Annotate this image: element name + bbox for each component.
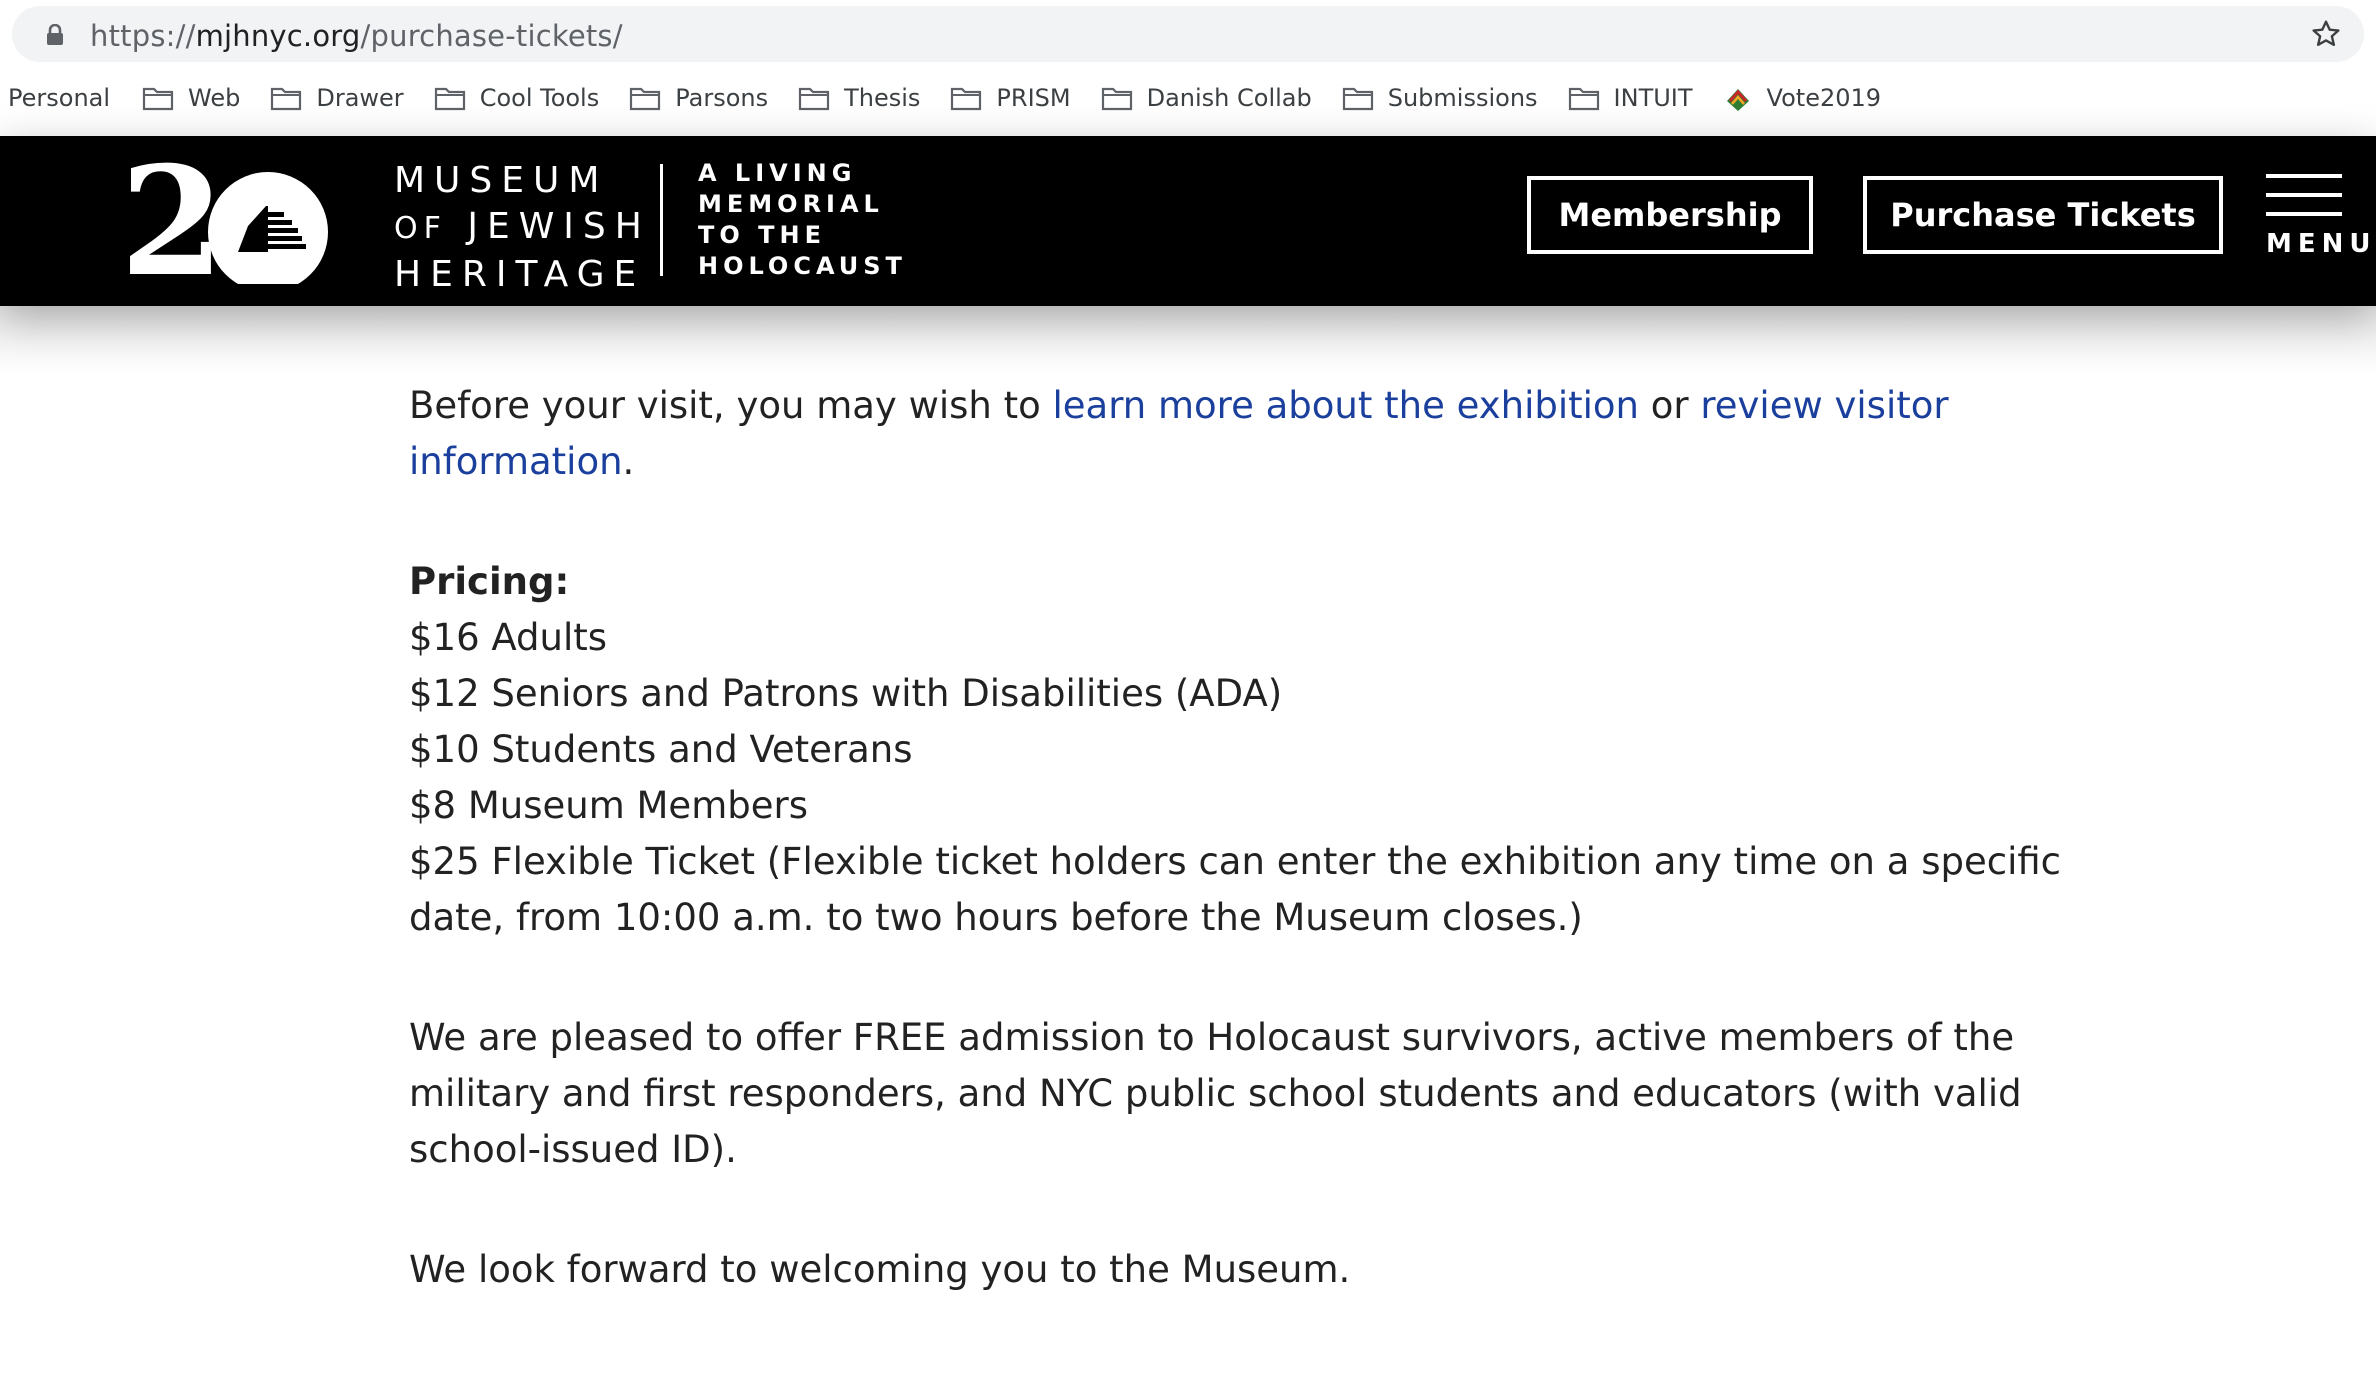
- url-host: mjhnyc.org: [195, 19, 361, 53]
- bookmark-label: Web: [188, 84, 241, 112]
- exhibition-link[interactable]: learn more about the exhibition: [1053, 384, 1639, 427]
- bookmark-label: Personal: [8, 84, 111, 112]
- bookmark-label: Danish Collab: [1146, 84, 1312, 112]
- hamburger-icon-bar: [2266, 193, 2342, 197]
- museum-name-line1: MUSEUM: [394, 160, 609, 201]
- visit-mid: or: [1639, 384, 1701, 427]
- bookmark-label: Vote2019: [1766, 84, 1882, 112]
- membership-button[interactable]: Membership: [1527, 176, 1813, 254]
- folder-icon: [271, 87, 302, 111]
- ballot-favicon-icon: [1726, 89, 1749, 111]
- bookmark-label: Cool Tools: [479, 84, 600, 112]
- folder-icon: [1342, 87, 1373, 111]
- bookmark-thesis[interactable]: Thesis: [798, 84, 920, 112]
- site-header: 2 MUSEUM OF JEWISH HERITAGE A LIVING MEM…: [0, 134, 2376, 310]
- museum-name-line2: JEWISH: [467, 206, 651, 247]
- folder-icon: [951, 87, 982, 111]
- address-bar[interactable]: https://mjhnyc.org/purchase-tickets/: [12, 6, 2364, 62]
- bookmark-label: Parsons: [675, 84, 769, 112]
- bookmark-intuit[interactable]: INTUIT: [1568, 84, 1693, 112]
- bookmark-label: Drawer: [316, 84, 404, 112]
- museum-name[interactable]: MUSEUM OF JEWISH HERITAGE: [394, 158, 651, 298]
- bookmark-star-icon[interactable]: [2310, 18, 2342, 50]
- price-item: $10 Students and Veterans: [409, 728, 913, 771]
- tagline-line: MEMORIAL: [698, 190, 884, 218]
- folder-icon: [1101, 87, 1132, 111]
- hamburger-icon-bar: [2266, 212, 2342, 216]
- bookmark-web[interactable]: Web: [142, 84, 240, 112]
- bookmark-cool-tools[interactable]: Cool Tools: [434, 84, 600, 112]
- url-text[interactable]: https://mjhnyc.org/purchase-tickets/: [90, 19, 623, 53]
- price-item: $12 Seniors and Patrons with Disabilitie…: [409, 672, 1283, 715]
- bookmark-label: PRISM: [996, 84, 1071, 112]
- folder-icon: [142, 87, 174, 111]
- folder-icon: [434, 87, 465, 111]
- museum-tagline: A LIVING MEMORIAL TO THE HOLOCAUST: [698, 158, 907, 282]
- bookmark-label: INTUIT: [1613, 84, 1693, 112]
- bookmark-personal[interactable]: Personal: [8, 84, 110, 112]
- pricing-heading: Pricing:: [409, 560, 570, 603]
- museum-logo[interactable]: 2: [120, 134, 350, 310]
- bookmark-label: Submissions: [1387, 84, 1538, 112]
- menu-label: MENU: [2266, 229, 2376, 259]
- folder-icon: [630, 87, 661, 111]
- header-shadow: [0, 306, 2376, 376]
- tagline-line: TO THE: [698, 221, 826, 249]
- visit-suffix: .: [622, 440, 635, 483]
- price-item: $16 Adults: [409, 616, 608, 659]
- bookmark-prism[interactable]: PRISM: [950, 84, 1071, 112]
- folder-icon: [799, 87, 830, 111]
- bookmark-label: Thesis: [844, 84, 921, 112]
- tagline-line: HOLOCAUST: [698, 252, 907, 280]
- bookmark-danish-collab[interactable]: Danish Collab: [1101, 84, 1312, 112]
- visit-paragraph: Before your visit, you may wish to learn…: [409, 378, 2069, 490]
- museum-name-line3: HERITAGE: [394, 254, 646, 295]
- url-path: /purchase-tickets/: [360, 19, 623, 53]
- free-admission-paragraph: We are pleased to offer FREE admission t…: [409, 1016, 2022, 1171]
- price-item: $25 Flexible Ticket (Flexible ticket hol…: [409, 840, 2061, 939]
- url-scheme: https://: [90, 19, 196, 53]
- main-content: Before your visit, you may wish to learn…: [409, 378, 2069, 1298]
- logo-20-icon: 2: [120, 134, 328, 310]
- closing-paragraph: We look forward to welcoming you to the …: [409, 1248, 1351, 1291]
- visit-prefix: Before your visit, you may wish to: [409, 384, 1053, 427]
- hamburger-icon-bar: [2266, 174, 2342, 178]
- logo-number-2: 2: [120, 154, 224, 284]
- bookmark-parsons[interactable]: Parsons: [629, 84, 768, 112]
- bookmarks-bar: Personal Web Drawer Cool Tools Parsons T…: [0, 70, 2376, 126]
- bookmark-drawer[interactable]: Drawer: [270, 84, 404, 112]
- price-item: $8 Museum Members: [409, 784, 808, 827]
- bookmark-vote2019[interactable]: Vote2019: [1723, 83, 1882, 113]
- lock-icon: [47, 24, 63, 45]
- museum-name-of: OF: [394, 211, 447, 246]
- tagline-line: A LIVING: [698, 159, 857, 187]
- bookmark-submissions[interactable]: Submissions: [1342, 84, 1538, 112]
- logo-divider: [660, 164, 663, 276]
- menu-button[interactable]: MENU: [2266, 174, 2376, 259]
- folder-icon: [1568, 87, 1599, 111]
- purchase-tickets-button[interactable]: Purchase Tickets: [1863, 176, 2223, 254]
